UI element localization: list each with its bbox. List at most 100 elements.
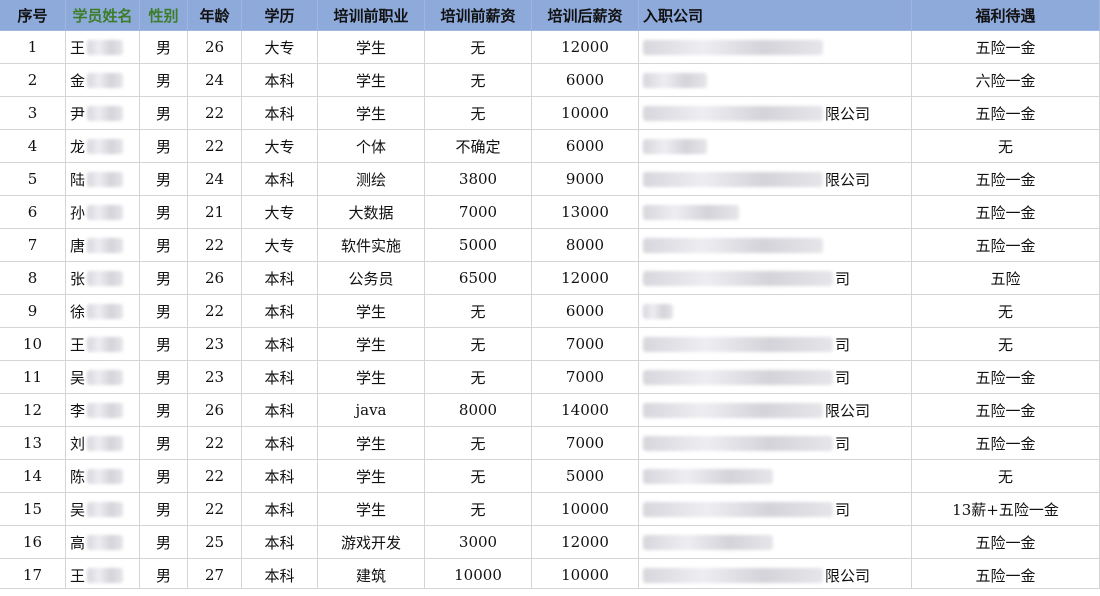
cell-prev-job[interactable]: 学生 [318, 295, 425, 328]
cell-prev-job[interactable]: 学生 [318, 427, 425, 460]
cell-name[interactable]: 李 [66, 394, 140, 427]
cell-benefit[interactable]: 五险 [912, 262, 1100, 295]
cell-no[interactable]: 1 [0, 31, 66, 64]
cell-gender[interactable]: 男 [140, 394, 188, 427]
cell-edu[interactable]: 本科 [242, 394, 318, 427]
cell-name[interactable]: 刘 [66, 427, 140, 460]
cell-company[interactable]: 限公司 [639, 97, 912, 130]
cell-age[interactable]: 22 [188, 427, 242, 460]
cell-no[interactable]: 9 [0, 295, 66, 328]
cell-benefit[interactable]: 五险一金 [912, 394, 1100, 427]
cell-prev-salary[interactable]: 无 [425, 460, 532, 493]
cell-company[interactable] [639, 295, 912, 328]
cell-edu[interactable]: 本科 [242, 526, 318, 559]
cell-prev-salary[interactable]: 无 [425, 31, 532, 64]
cell-post-salary[interactable]: 6000 [532, 130, 639, 163]
cell-name[interactable]: 唐 [66, 229, 140, 262]
cell-company[interactable]: 限公司 [639, 163, 912, 196]
cell-prev-job[interactable]: 学生 [318, 361, 425, 394]
cell-post-salary[interactable]: 7000 [532, 328, 639, 361]
cell-benefit[interactable]: 五险一金 [912, 31, 1100, 64]
cell-prev-salary[interactable]: 无 [425, 493, 532, 526]
cell-benefit[interactable]: 无 [912, 328, 1100, 361]
cell-benefit[interactable]: 五险一金 [912, 526, 1100, 559]
cell-company[interactable] [639, 196, 912, 229]
cell-prev-salary[interactable]: 6500 [425, 262, 532, 295]
cell-company[interactable]: 司 [639, 262, 912, 295]
cell-no[interactable]: 14 [0, 460, 66, 493]
cell-no[interactable]: 13 [0, 427, 66, 460]
cell-age[interactable]: 26 [188, 31, 242, 64]
cell-age[interactable]: 25 [188, 526, 242, 559]
cell-age[interactable]: 24 [188, 64, 242, 97]
cell-benefit[interactable]: 六险一金 [912, 64, 1100, 97]
cell-benefit[interactable]: 无 [912, 130, 1100, 163]
cell-benefit[interactable]: 五险一金 [912, 229, 1100, 262]
cell-post-salary[interactable]: 10000 [532, 97, 639, 130]
cell-prev-salary[interactable]: 3000 [425, 526, 532, 559]
cell-gender[interactable]: 男 [140, 427, 188, 460]
cell-post-salary[interactable]: 12000 [532, 262, 639, 295]
cell-age[interactable]: 23 [188, 361, 242, 394]
cell-post-salary[interactable]: 6000 [532, 295, 639, 328]
cell-edu[interactable]: 大专 [242, 31, 318, 64]
cell-no[interactable]: 4 [0, 130, 66, 163]
cell-prev-job[interactable]: java [318, 394, 425, 427]
cell-benefit[interactable]: 无 [912, 460, 1100, 493]
cell-edu[interactable]: 本科 [242, 295, 318, 328]
cell-post-salary[interactable]: 10000 [532, 493, 639, 526]
cell-benefit[interactable]: 五险一金 [912, 196, 1100, 229]
cell-benefit[interactable]: 13薪+五险一金 [912, 493, 1100, 526]
cell-post-salary[interactable]: 14000 [532, 394, 639, 427]
cell-benefit[interactable]: 五险一金 [912, 361, 1100, 394]
cell-no[interactable]: 11 [0, 361, 66, 394]
cell-post-salary[interactable]: 7000 [532, 427, 639, 460]
cell-post-salary[interactable]: 13000 [532, 196, 639, 229]
cell-edu[interactable]: 大专 [242, 130, 318, 163]
cell-name[interactable]: 陈 [66, 460, 140, 493]
cell-age[interactable]: 22 [188, 295, 242, 328]
cell-benefit[interactable]: 五险一金 [912, 163, 1100, 196]
cell-company[interactable]: 司 [639, 427, 912, 460]
cell-prev-salary[interactable]: 7000 [425, 196, 532, 229]
cell-age[interactable]: 22 [188, 130, 242, 163]
cell-no[interactable]: 7 [0, 229, 66, 262]
cell-gender[interactable]: 男 [140, 460, 188, 493]
cell-age[interactable]: 24 [188, 163, 242, 196]
cell-gender[interactable]: 男 [140, 295, 188, 328]
cell-prev-job[interactable]: 软件实施 [318, 229, 425, 262]
cell-company[interactable]: 司 [639, 361, 912, 394]
cell-gender[interactable]: 男 [140, 328, 188, 361]
cell-company[interactable] [639, 526, 912, 559]
header-cell-prev-salary[interactable]: 培训前薪资 [425, 0, 532, 31]
cell-prev-salary[interactable]: 8000 [425, 394, 532, 427]
cell-no[interactable]: 12 [0, 394, 66, 427]
cell-post-salary[interactable]: 7000 [532, 361, 639, 394]
cell-post-salary[interactable]: 5000 [532, 460, 639, 493]
cell-post-salary[interactable]: 12000 [532, 526, 639, 559]
cell-name[interactable]: 徐 [66, 295, 140, 328]
cell-prev-salary[interactable]: 无 [425, 361, 532, 394]
header-cell-edu[interactable]: 学历 [242, 0, 318, 31]
cell-name[interactable]: 金 [66, 64, 140, 97]
cell-gender[interactable]: 男 [140, 130, 188, 163]
cell-prev-salary[interactable]: 无 [425, 427, 532, 460]
cell-prev-job[interactable]: 公务员 [318, 262, 425, 295]
cell-company[interactable] [639, 460, 912, 493]
cell-post-salary[interactable]: 9000 [532, 163, 639, 196]
header-cell-age[interactable]: 年龄 [188, 0, 242, 31]
cell-benefit[interactable]: 五险一金 [912, 97, 1100, 130]
cell-edu[interactable]: 本科 [242, 64, 318, 97]
cell-benefit[interactable]: 五险一金 [912, 427, 1100, 460]
header-cell-post-salary[interactable]: 培训后薪资 [532, 0, 639, 31]
cell-company[interactable] [639, 31, 912, 64]
cell-company[interactable] [639, 64, 912, 97]
cell-prev-job[interactable]: 游戏开发 [318, 526, 425, 559]
cell-age[interactable]: 26 [188, 262, 242, 295]
cell-no[interactable]: 16 [0, 526, 66, 559]
header-cell-gender[interactable]: 性别 [140, 0, 188, 31]
header-cell-prev-job[interactable]: 培训前职业 [318, 0, 425, 31]
cell-name[interactable]: 王 [66, 31, 140, 64]
cell-prev-job[interactable]: 学生 [318, 31, 425, 64]
cell-edu[interactable]: 本科 [242, 493, 318, 526]
